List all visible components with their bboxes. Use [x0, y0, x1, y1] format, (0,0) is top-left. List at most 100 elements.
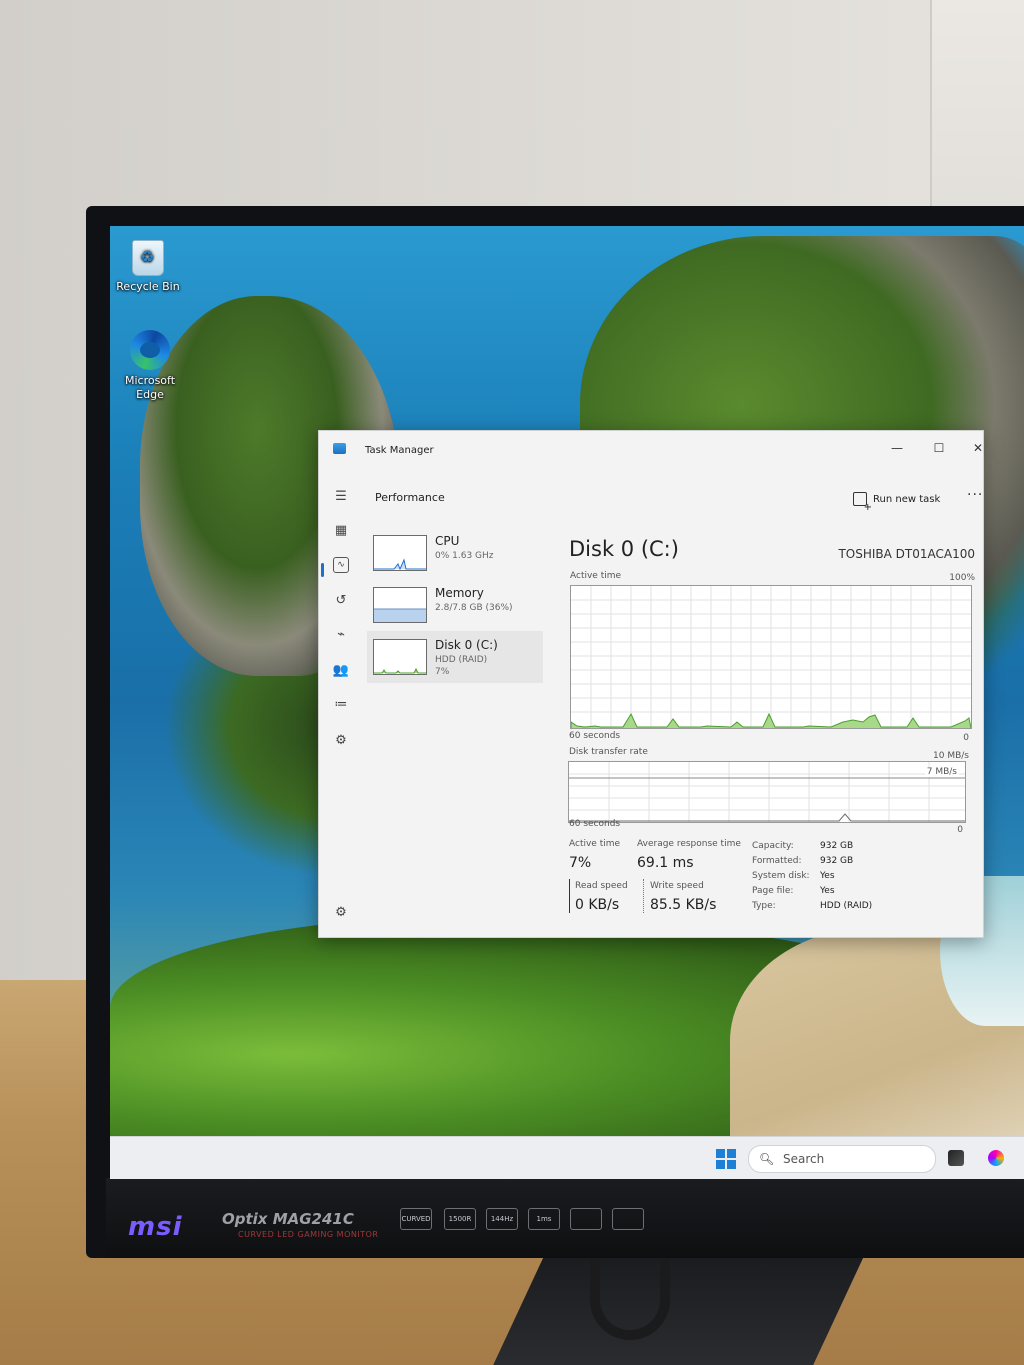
perf-item-sub: HDD (RAID): [435, 655, 488, 665]
desktop-icon-edge[interactable]: Microsoft Edge: [110, 330, 190, 402]
desktop-icon-label: Recycle Bin: [116, 280, 180, 293]
perf-item-sub: 0% 1.63 GHz: [435, 551, 494, 561]
taskbar-search[interactable]: 🔍︎ Search: [748, 1145, 936, 1173]
recycle-bin-icon: [132, 240, 164, 276]
memory-thumbnail-graph: [373, 587, 427, 623]
title-bar[interactable]: Task Manager — ☐ ✕: [319, 431, 983, 471]
monitor-model: Optix MAG241C: [222, 1210, 354, 1228]
disk-detail-panel: Disk 0 (C:) TOSHIBA DT01ACA100 Active ti…: [568, 531, 979, 931]
copilot-icon[interactable]: [988, 1150, 1004, 1166]
windows-logo-pane: [727, 1149, 736, 1158]
property-key: Type:: [752, 901, 776, 911]
transfer-rate-graph: [568, 761, 966, 823]
disk-thumbnail-graph: [373, 639, 427, 675]
active-time-graph-label: Active time: [570, 571, 622, 581]
startup-apps-icon[interactable]: ⌁: [332, 625, 350, 643]
minimize-button[interactable]: —: [879, 435, 915, 461]
active-time-graph: [570, 585, 972, 729]
msi-logo: msi: [128, 1212, 183, 1242]
feature-badge: [612, 1208, 644, 1230]
desktop-icon-recycle-bin[interactable]: Recycle Bin: [108, 240, 188, 293]
property-key: System disk:: [752, 871, 810, 881]
users-icon[interactable]: 👥: [332, 661, 350, 679]
feature-badge: 1ms: [528, 1208, 560, 1230]
transfer-rate-graph-min: 0: [957, 825, 963, 835]
disk-model: TOSHIBA DT01ACA100: [838, 547, 975, 561]
cpu-thumbnail-graph: [373, 535, 427, 571]
close-button[interactable]: ✕: [963, 435, 993, 461]
desktop-icon-label: Microsoft Edge: [124, 374, 176, 401]
transfer-rate-graph-label: Disk transfer rate: [569, 747, 648, 757]
perf-item-name: Memory: [435, 586, 484, 600]
run-task-icon: [853, 492, 872, 513]
more-options-button[interactable]: ···: [967, 487, 983, 503]
monitor-cable: [590, 1250, 670, 1340]
property-value: HDD (RAID): [820, 901, 873, 911]
perf-item-name: CPU: [435, 534, 460, 548]
perf-item-sub: 2.8/7.8 GB (36%): [435, 603, 513, 613]
perf-item-disk[interactable]: Disk 0 (C:) HDD (RAID) 7%: [367, 631, 543, 683]
windows-logo-pane: [716, 1160, 725, 1169]
read-speed-separator: [569, 879, 570, 913]
windows-logo-pane: [716, 1149, 725, 1158]
disk-title: Disk 0 (C:): [569, 537, 679, 561]
property-key: Formatted:: [752, 856, 802, 866]
write-speed-label: Write speed: [650, 881, 704, 891]
maximize-button[interactable]: ☐: [921, 435, 957, 461]
monitor-subtitle: CURVED LED GAMING MONITOR: [238, 1230, 379, 1239]
monitor-stand: [493, 1250, 867, 1365]
search-placeholder: Search: [783, 1152, 825, 1166]
avg-response-label: Average response time: [637, 839, 741, 849]
feature-badge: 1500R: [444, 1208, 476, 1230]
read-speed-value: 0 KB/s: [575, 897, 620, 913]
hamburger-menu-icon[interactable]: ☰: [332, 487, 350, 505]
active-time-stat-value: 7%: [569, 855, 592, 871]
perf-item-sub2: 7%: [435, 667, 450, 677]
processes-icon[interactable]: ▦: [332, 521, 350, 539]
transfer-rate-graph-max: 10 MB/s: [933, 751, 969, 761]
taskbar: 🔍︎ Search: [110, 1136, 1024, 1179]
avg-response-value: 69.1 ms: [637, 855, 694, 871]
page-header: Performance Run new task ···: [363, 477, 983, 521]
perf-item-cpu[interactable]: CPU 0% 1.63 GHz: [367, 527, 543, 579]
feature-badge: CURVED: [400, 1208, 432, 1230]
run-new-task-label: Run new task: [873, 493, 941, 505]
active-indicator: [321, 563, 324, 577]
taskbar-app-icon[interactable]: [948, 1150, 964, 1166]
settings-icon[interactable]: ⚙: [332, 903, 350, 921]
task-manager-app-icon: [333, 443, 346, 454]
services-icon[interactable]: ⚙: [332, 731, 350, 749]
page-title: Performance: [375, 491, 445, 504]
cpu-thumbnail-svg: [374, 558, 426, 570]
transfer-rate-graph-seconds: 60 seconds: [569, 819, 621, 829]
active-time-graph-min: 0: [963, 733, 969, 743]
task-manager-window: Task Manager — ☐ ✕ ☰ ▦ ∿ ↺ ⌁ 👥 ≔ ⚙ ⚙ Per…: [318, 430, 984, 938]
transfer-rate-svg: [569, 762, 965, 822]
property-key: Capacity:: [752, 841, 794, 851]
perf-item-name: Disk 0 (C:): [435, 638, 498, 652]
window-title: Task Manager: [365, 445, 434, 456]
details-icon[interactable]: ≔: [332, 695, 350, 713]
performance-icon[interactable]: ∿: [333, 557, 349, 573]
memory-thumbnail-svg: [374, 608, 426, 622]
property-value: Yes: [820, 886, 835, 896]
perf-item-memory[interactable]: Memory 2.8/7.8 GB (36%): [367, 579, 543, 631]
property-value: 932 GB: [820, 841, 854, 851]
property-key: Page file:: [752, 886, 794, 896]
property-value: 932 GB: [820, 856, 854, 866]
active-time-svg: [571, 586, 971, 728]
write-speed-value: 85.5 KB/s: [650, 897, 717, 913]
active-time-stat-label: Active time: [569, 839, 621, 849]
active-time-graph-max: 100%: [949, 573, 975, 583]
feature-badge: [570, 1208, 602, 1230]
windows-logo-pane: [727, 1160, 736, 1169]
write-speed-separator: [643, 879, 644, 913]
transfer-rate-line-label: 7 MB/s: [924, 767, 959, 777]
app-history-icon[interactable]: ↺: [332, 591, 350, 609]
start-button[interactable]: [716, 1149, 736, 1169]
performance-list: CPU 0% 1.63 GHz Memory 2.8/7.8 GB (36%) …: [363, 527, 543, 927]
shelf: [930, 0, 1024, 210]
disk-thumbnail-svg: [374, 667, 426, 674]
feature-badge: 144Hz: [486, 1208, 518, 1230]
run-new-task-button[interactable]: Run new task: [853, 489, 941, 513]
